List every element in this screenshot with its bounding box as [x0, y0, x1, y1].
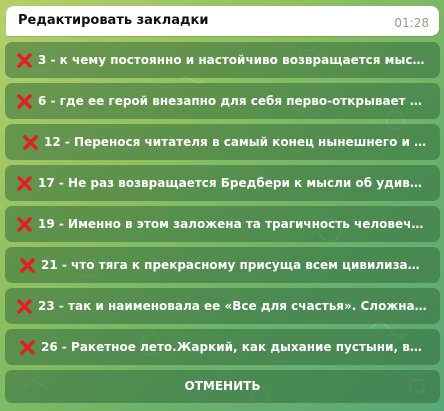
red-cross-icon: [17, 94, 32, 109]
bookmark-button[interactable]: 6 - где ее герой внезапно для себя перво…: [5, 83, 440, 119]
red-cross-icon: [20, 258, 35, 273]
red-cross-icon: [17, 299, 32, 314]
bookmark-label: 26 - Ракетное лето.Жаркий, как дыхание п…: [41, 340, 428, 354]
bookmark-label: 17 - Не раз возвращается Бредбери к мысл…: [38, 176, 428, 190]
red-cross-icon: [17, 176, 32, 191]
red-cross-icon: [23, 135, 38, 150]
bookmark-button[interactable]: 26 - Ракетное лето.Жаркий, как дыхание п…: [5, 329, 440, 365]
bookmark-label: 3 - к чему постоянно и настойчиво возвра…: [38, 53, 428, 67]
bookmark-label: 12 - Перенося читателя в самый конец нын…: [44, 135, 428, 149]
bookmark-button[interactable]: 23 - так и наименовала ее «Все для счаст…: [5, 288, 440, 324]
bookmark-button[interactable]: 3 - к чему постоянно и настойчиво возвра…: [5, 42, 440, 78]
inline-keyboard: 3 - к чему постоянно и настойчиво возвра…: [5, 42, 440, 408]
bookmark-button[interactable]: 21 - что тяга к прекрасному присуща всем…: [5, 247, 440, 283]
bookmark-button[interactable]: 17 - Не раз возвращается Бредбери к мысл…: [5, 165, 440, 201]
bookmark-button[interactable]: 19 - Именно в этом заложена та трагичнос…: [5, 206, 440, 242]
message-text: Редактировать закладки: [18, 13, 209, 28]
red-cross-icon: [20, 340, 35, 355]
bookmark-button[interactable]: 12 - Перенося читателя в самый конец нын…: [5, 124, 440, 160]
message-time: 01:28: [394, 16, 429, 30]
message-bubble: Редактировать закладки 01:28: [6, 6, 439, 36]
red-cross-icon: [17, 53, 32, 68]
bookmark-label: 6 - где ее герой внезапно для себя перво…: [38, 94, 428, 108]
bookmark-label: 21 - что тяга к прекрасному присуща всем…: [41, 258, 428, 272]
cancel-button-label: ОТМЕНИТЬ: [184, 379, 261, 393]
red-cross-icon: [17, 217, 32, 232]
cancel-button[interactable]: ОТМЕНИТЬ: [5, 370, 440, 403]
bookmark-label: 19 - Именно в этом заложена та трагичнос…: [38, 217, 428, 231]
bookmark-label: 23 - так и наименовала ее «Все для счаст…: [38, 299, 428, 313]
